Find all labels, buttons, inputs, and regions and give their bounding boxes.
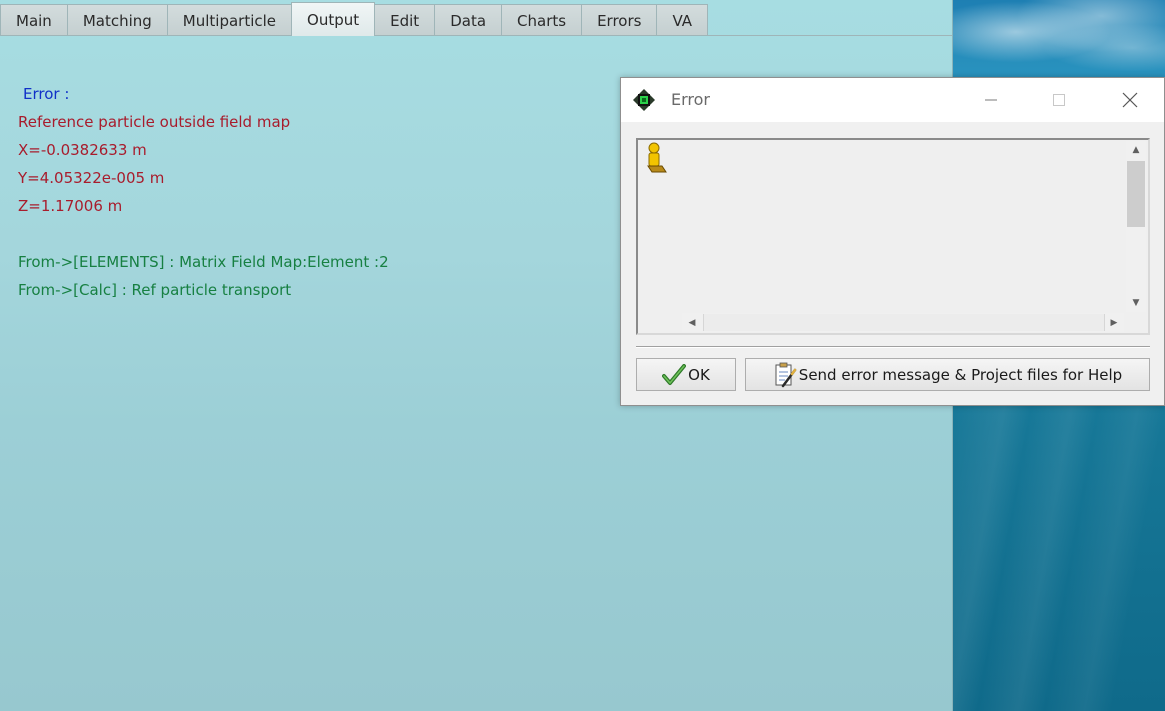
horizontal-scroll-track[interactable] — [703, 314, 1105, 331]
minimize-button[interactable] — [968, 78, 1014, 122]
tab-output[interactable]: Output — [291, 2, 376, 36]
error-dialog: Error ▲ ▼ ◀ ▶ OK Send error message & Pr… — [620, 77, 1165, 406]
error-message: Reference particle outside field map — [18, 113, 291, 131]
desktop-wallpaper-rays — [952, 400, 1165, 711]
warning-figure-icon — [644, 142, 668, 174]
error-heading: Error : — [23, 85, 70, 103]
dialog-title: Error — [671, 90, 710, 109]
maximize-button[interactable] — [1036, 78, 1082, 122]
clipboard-pen-icon — [773, 362, 797, 388]
trace-line-elements: From->[ELEMENTS] : Matrix Field Map:Elem… — [18, 253, 389, 271]
tab-main[interactable]: Main — [0, 4, 68, 36]
checkmark-icon — [662, 363, 687, 386]
error-y-value: Y=4.05322e-005 m — [18, 169, 165, 187]
output-log: Error : Reference particle outside field… — [18, 80, 389, 304]
tab-charts[interactable]: Charts — [501, 4, 583, 36]
tab-va[interactable]: VA — [656, 4, 709, 36]
output-blank-line — [18, 220, 389, 248]
horizontal-scrollbar[interactable]: ◀ ▶ — [682, 313, 1124, 332]
vertical-scrollbar[interactable]: ▲ ▼ — [1126, 141, 1146, 312]
maximize-icon — [1053, 94, 1065, 106]
scroll-left-icon[interactable]: ◀ — [682, 313, 702, 332]
close-icon — [1122, 92, 1138, 108]
close-button[interactable] — [1107, 78, 1153, 122]
tab-edit[interactable]: Edit — [374, 4, 436, 36]
dialog-separator — [636, 346, 1150, 348]
message-area[interactable]: ▲ ▼ ◀ ▶ — [636, 138, 1150, 335]
scroll-down-icon[interactable]: ▼ — [1126, 294, 1146, 312]
error-x-value: X=-0.0382633 m — [18, 141, 147, 159]
error-z-value: Z=1.17006 m — [18, 197, 123, 215]
vertical-scroll-thumb[interactable] — [1127, 161, 1145, 227]
scroll-up-icon[interactable]: ▲ — [1126, 141, 1146, 159]
tab-data[interactable]: Data — [434, 4, 503, 36]
scroll-right-icon[interactable]: ▶ — [1104, 313, 1124, 332]
minimize-icon — [985, 99, 997, 101]
tab-multiparticle[interactable]: Multiparticle — [166, 4, 293, 36]
send-error-button[interactable]: Send error message & Project files for H… — [745, 358, 1150, 391]
ok-button[interactable]: OK — [636, 358, 736, 391]
desktop-wallpaper-waves — [952, 0, 1165, 80]
tab-errors[interactable]: Errors — [581, 4, 658, 36]
send-error-button-label: Send error message & Project files for H… — [798, 365, 1123, 384]
tab-matching[interactable]: Matching — [66, 4, 168, 36]
trace-line-calc: From->[Calc] : Ref particle transport — [18, 281, 292, 299]
tab-strip-divider — [0, 35, 952, 36]
ok-button-label: OK — [688, 365, 710, 384]
tab-bar: Main Matching Multiparticle Output Edit … — [0, 2, 709, 36]
dialog-titlebar[interactable]: Error — [621, 78, 1164, 122]
app-chip-icon — [632, 88, 656, 112]
